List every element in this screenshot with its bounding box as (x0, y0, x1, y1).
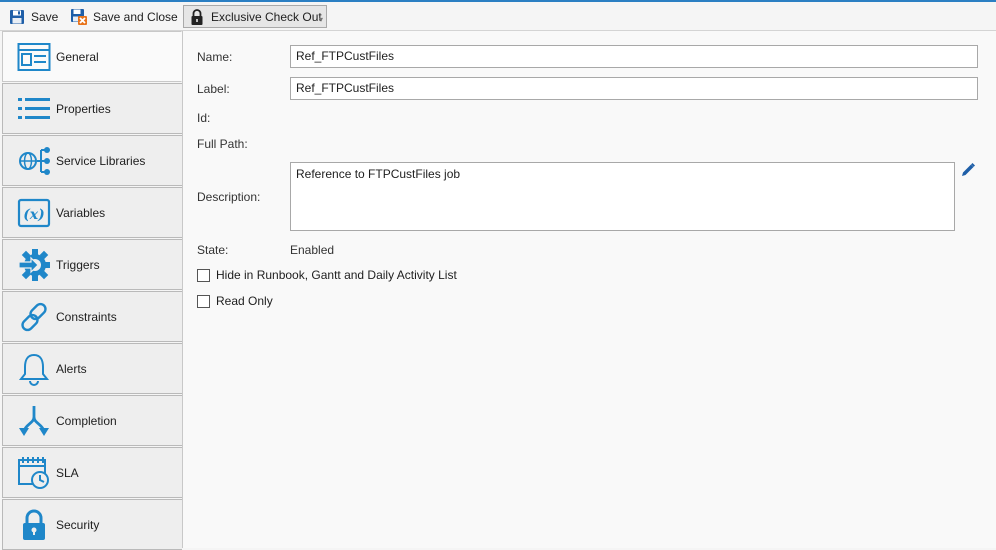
exclusive-check-out-button[interactable]: Exclusive Check Out (183, 5, 327, 28)
checkbox-box[interactable] (197, 268, 210, 282)
sidebar-item-variables[interactable]: (x) Variables (2, 187, 182, 238)
sidebar-item-sla[interactable]: SLA (2, 447, 182, 498)
sidebar-item-security[interactable]: Security (2, 499, 182, 550)
sidebar-item-label: Properties (56, 101, 111, 116)
sidebar-item-label: Completion (56, 413, 117, 428)
edit-pencil-icon[interactable] (960, 162, 976, 178)
gear-arrow-icon (16, 247, 52, 283)
save-label: Save (31, 9, 59, 24)
padlock-icon (188, 8, 206, 26)
globe-network-icon (16, 143, 52, 179)
sidebar-item-general[interactable]: General (2, 31, 182, 82)
state-label: State: (197, 243, 229, 257)
name-input[interactable]: Ref_FTPCustFiles (290, 45, 978, 68)
hide-in-runbook-label: Hide in Runbook, Gantt and Daily Activit… (216, 268, 457, 282)
list-icon (16, 91, 52, 127)
sidebar-item-label: Constraints (56, 309, 117, 324)
save-and-close-label: Save and Close (93, 9, 178, 24)
general-panel: Name: Ref_FTPCustFiles Label: Ref_FTPCus… (183, 31, 996, 548)
link-icon (16, 299, 52, 335)
read-only-checkbox[interactable]: Read Only (197, 294, 273, 308)
sidebar-item-completion[interactable]: Completion (2, 395, 182, 446)
floppy-disk-icon (8, 8, 26, 26)
sidebar-item-service-libraries[interactable]: Service Libraries (2, 135, 182, 186)
sidebar-item-label: SLA (56, 465, 79, 480)
state-value: Enabled (290, 243, 335, 257)
save-button[interactable]: Save (4, 5, 62, 28)
sidebar: General Properties Service Libraries (x)… (0, 31, 183, 550)
svg-text:(x): (x) (23, 207, 45, 223)
name-label: Name: (197, 50, 233, 64)
sidebar-item-label: General (56, 49, 99, 64)
variable-x-icon: (x) (16, 195, 52, 231)
lock-icon (16, 507, 52, 543)
calendar-clock-icon (16, 455, 52, 491)
sidebar-item-label: Variables (56, 205, 106, 220)
save-close-icon (70, 8, 88, 26)
sidebar-item-triggers[interactable]: Triggers (2, 239, 182, 290)
bell-icon (16, 351, 52, 387)
id-label: Id: (197, 111, 211, 125)
full-path-label: Full Path: (197, 137, 248, 151)
sidebar-item-alerts[interactable]: Alerts (2, 343, 182, 394)
sidebar-item-label: Alerts (56, 361, 87, 376)
sidebar-item-constraints[interactable]: Constraints (2, 291, 182, 342)
checkbox-box[interactable] (197, 294, 210, 308)
label-input[interactable]: Ref_FTPCustFiles (290, 77, 978, 100)
label-label: Label: (197, 82, 230, 96)
sidebar-item-label: Service Libraries (56, 153, 146, 168)
save-and-close-button[interactable]: Save and Close (66, 5, 182, 28)
hide-in-runbook-checkbox[interactable]: Hide in Runbook, Gantt and Daily Activit… (197, 268, 457, 282)
sidebar-item-label: Security (56, 517, 100, 532)
general-form-icon (16, 39, 52, 75)
exclusive-check-out-label: Exclusive Check Out (211, 9, 322, 24)
toolbar: Save Save and Close Exclusive Check Out … (0, 2, 996, 31)
sidebar-item-properties[interactable]: Properties (2, 83, 182, 134)
toolbar-overflow-icon[interactable]: ▾ (319, 15, 323, 24)
split-arrows-icon (16, 403, 52, 439)
description-textarea[interactable]: Reference to FTPCustFiles job (290, 162, 955, 231)
read-only-label: Read Only (216, 294, 273, 308)
description-label: Description: (197, 190, 261, 204)
sidebar-item-label: Triggers (56, 257, 100, 272)
